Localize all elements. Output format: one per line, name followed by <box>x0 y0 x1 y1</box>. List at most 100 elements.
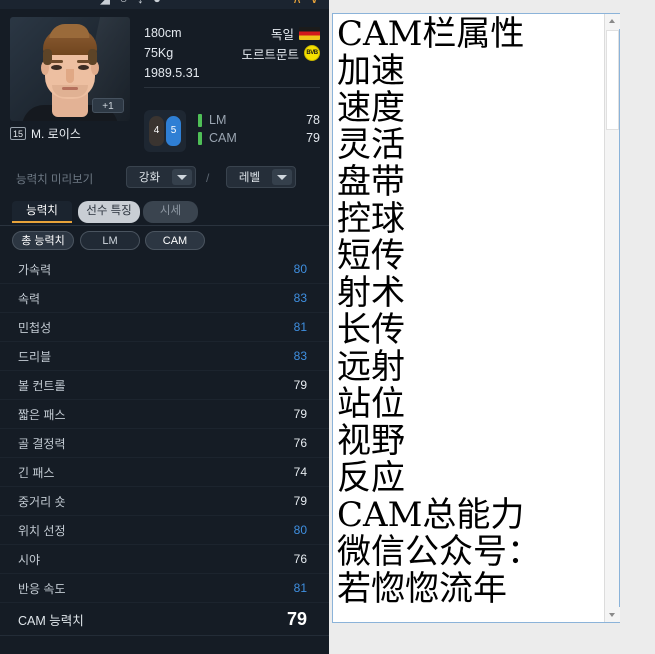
bio-row-birthdate: 1989.5.31 <box>144 63 320 83</box>
stat-value: 80 <box>293 523 307 537</box>
player-birthdate: 1989.5.31 <box>144 66 200 80</box>
notepad-line: 速度 <box>337 88 405 128</box>
weak-foot-value: 4 <box>153 125 160 136</box>
enhance-dropdown-value: 강화 <box>138 172 161 184</box>
enhance-level-dropdown[interactable]: 강화 <box>126 166 196 188</box>
stat-row: 볼 컨트롤 79 <box>0 371 329 400</box>
notepad-line: 远射 <box>337 347 405 387</box>
tab-bar-underline <box>0 225 329 226</box>
borussia-dortmund-crest-icon <box>304 45 320 61</box>
subtab-lm[interactable]: LM <box>80 231 140 250</box>
player-detail-panel: ◢ ○ ↓ ● — ∧ ∨ <box>0 0 329 654</box>
stat-value: 76 <box>293 436 307 450</box>
stat-row: 골 결정력 76 <box>0 429 329 458</box>
notepad-textbox[interactable]: CAM栏属性 加速 速度 灵活 盘带 控球 短传 射术 长传 远射 站位 视野 反应 CAM总能力 微信公众… <box>332 13 620 623</box>
stat-name: 시야 <box>18 552 41 567</box>
position-row: CAM 79 <box>198 129 320 147</box>
stat-preview-label: 능력치 미리보기 <box>16 174 94 186</box>
jersey-number-badge: 15 <box>10 127 27 140</box>
tab-player-traits[interactable]: 선수 특징 <box>78 201 140 223</box>
notepad-line: 灵活 <box>337 125 405 165</box>
player-bio: 180cm 독일 75Kg 도르트문트 1989.5.31 <box>144 23 320 83</box>
chevron-down-icon[interactable] <box>272 169 292 185</box>
notepad-scrollbar[interactable] <box>604 14 620 622</box>
position-rating-list: LM 78 CAM 79 <box>198 111 320 147</box>
stat-value: 79 <box>293 407 307 421</box>
stat-row: 짧은 패스 79 <box>0 400 329 429</box>
window-top-bar: ◢ ○ ↓ ● — ∧ ∨ <box>0 0 329 9</box>
bio-row-weight-club: 75Kg 도르트문트 <box>144 43 320 63</box>
player-nationality: 독일 <box>270 27 294 42</box>
stat-name: 중거리 숏 <box>18 494 66 509</box>
player-header: +1 15 M. 로이스 180cm 독일 75Kg 도르트문트 BVB 198… <box>0 9 329 157</box>
stat-total-name: CAM 능력치 <box>18 613 84 628</box>
stat-row: 시야 76 <box>0 545 329 574</box>
stat-preview-controls: 능력치 미리보기 강화 / 레벨 <box>0 163 329 195</box>
player-portrait[interactable]: +1 <box>10 17 130 121</box>
player-level-dropdown[interactable]: 레벨 <box>226 166 296 188</box>
notepad-line: CAM栏属性 <box>337 14 525 54</box>
scroll-down-arrow-icon[interactable] <box>605 607 620 622</box>
position-bar-icon <box>198 113 202 127</box>
stat-name: 가속력 <box>18 262 52 277</box>
stat-row: 반응 속도 81 <box>0 574 329 603</box>
notepad-line: 微信公众号： <box>337 532 541 572</box>
preview-separator: / <box>206 171 210 185</box>
player-weight: 75Kg <box>144 46 174 60</box>
scroll-up-arrow-icon[interactable] <box>605 14 620 29</box>
subtab-total-ability[interactable]: 총 능력치 <box>12 231 74 250</box>
stat-total-value: 79 <box>286 608 307 629</box>
position-rating: 78 <box>306 113 320 127</box>
notepad-line: 短传 <box>337 236 405 276</box>
tab-abilities[interactable]: 능력치 <box>12 201 72 223</box>
stat-row: 민첩성 81 <box>0 313 329 342</box>
notepad-line: 长传 <box>337 310 405 350</box>
stat-name: 반응 속도 <box>18 581 66 596</box>
strong-foot-value: 5 <box>170 125 177 136</box>
stat-name: 볼 컨트롤 <box>18 378 66 393</box>
stat-name: 속력 <box>18 291 41 306</box>
stat-value: 81 <box>293 581 307 595</box>
position-name: LM <box>209 113 227 127</box>
stat-row: 가속력 80 <box>0 255 329 284</box>
stat-row: 긴 패스 74 <box>0 458 329 487</box>
tab-bar: 능력치 선수 특징 시세 <box>0 201 329 227</box>
player-club: 도르트문트 <box>241 47 299 62</box>
stat-value: 83 <box>293 349 307 363</box>
stat-value: 80 <box>293 262 307 276</box>
bio-row-height-nationality: 180cm 독일 <box>144 23 320 43</box>
stat-name: 위치 선정 <box>18 523 66 538</box>
notepad-content[interactable]: CAM栏属性 加速 速度 灵活 盘带 控球 短传 射术 长传 远射 站位 视野 反应 CAM总能力 微信公众… <box>333 14 604 622</box>
sub-tab-bar: 총 능력치 LM CAM <box>0 231 329 253</box>
player-name-row: 15 M. 로이스 <box>10 125 81 142</box>
stat-row: 위치 선정 80 <box>0 516 329 545</box>
stat-total-row: CAM 능력치 79 <box>0 603 329 636</box>
stat-name: 드리블 <box>18 349 52 364</box>
stat-value: 83 <box>293 291 307 305</box>
notepad-line: 若惚惚流年 <box>337 569 507 609</box>
notepad-line: 加速 <box>337 51 405 91</box>
chevron-down-icon[interactable] <box>172 169 192 185</box>
top-bar-right-glyphs: ∧ ∨ <box>292 0 321 7</box>
germany-flag-icon <box>299 26 320 40</box>
player-name: M. 로이스 <box>31 127 81 141</box>
notepad-line: 盘带 <box>337 162 405 202</box>
stat-row: 속력 83 <box>0 284 329 313</box>
foot-rating-box: 4 5 <box>144 110 186 152</box>
subtab-cam[interactable]: CAM <box>145 231 205 250</box>
position-name: CAM <box>209 131 237 145</box>
stat-value: 79 <box>293 494 307 508</box>
stat-row: 중거리 숏 79 <box>0 487 329 516</box>
notepad-line: 射术 <box>337 273 405 313</box>
stat-value: 76 <box>293 552 307 566</box>
notepad-line: CAM总能力 <box>337 495 525 535</box>
scrollbar-thumb[interactable] <box>606 30 619 130</box>
top-bar-glyph-row: ◢ ○ ↓ ● — <box>100 0 187 7</box>
notepad-line: 反应 <box>337 458 405 498</box>
strong-foot-icon: 5 <box>166 116 181 146</box>
notepad-line: 控球 <box>337 199 405 239</box>
weak-foot-icon: 4 <box>149 116 164 146</box>
bio-divider <box>144 87 320 88</box>
stat-list: 가속력 80 속력 83 민첩성 81 드리블 83 볼 컨트롤 79 짧은 패스 79 골 결정력 76… <box>0 255 329 636</box>
tab-market-price[interactable]: 시세 <box>143 201 198 223</box>
